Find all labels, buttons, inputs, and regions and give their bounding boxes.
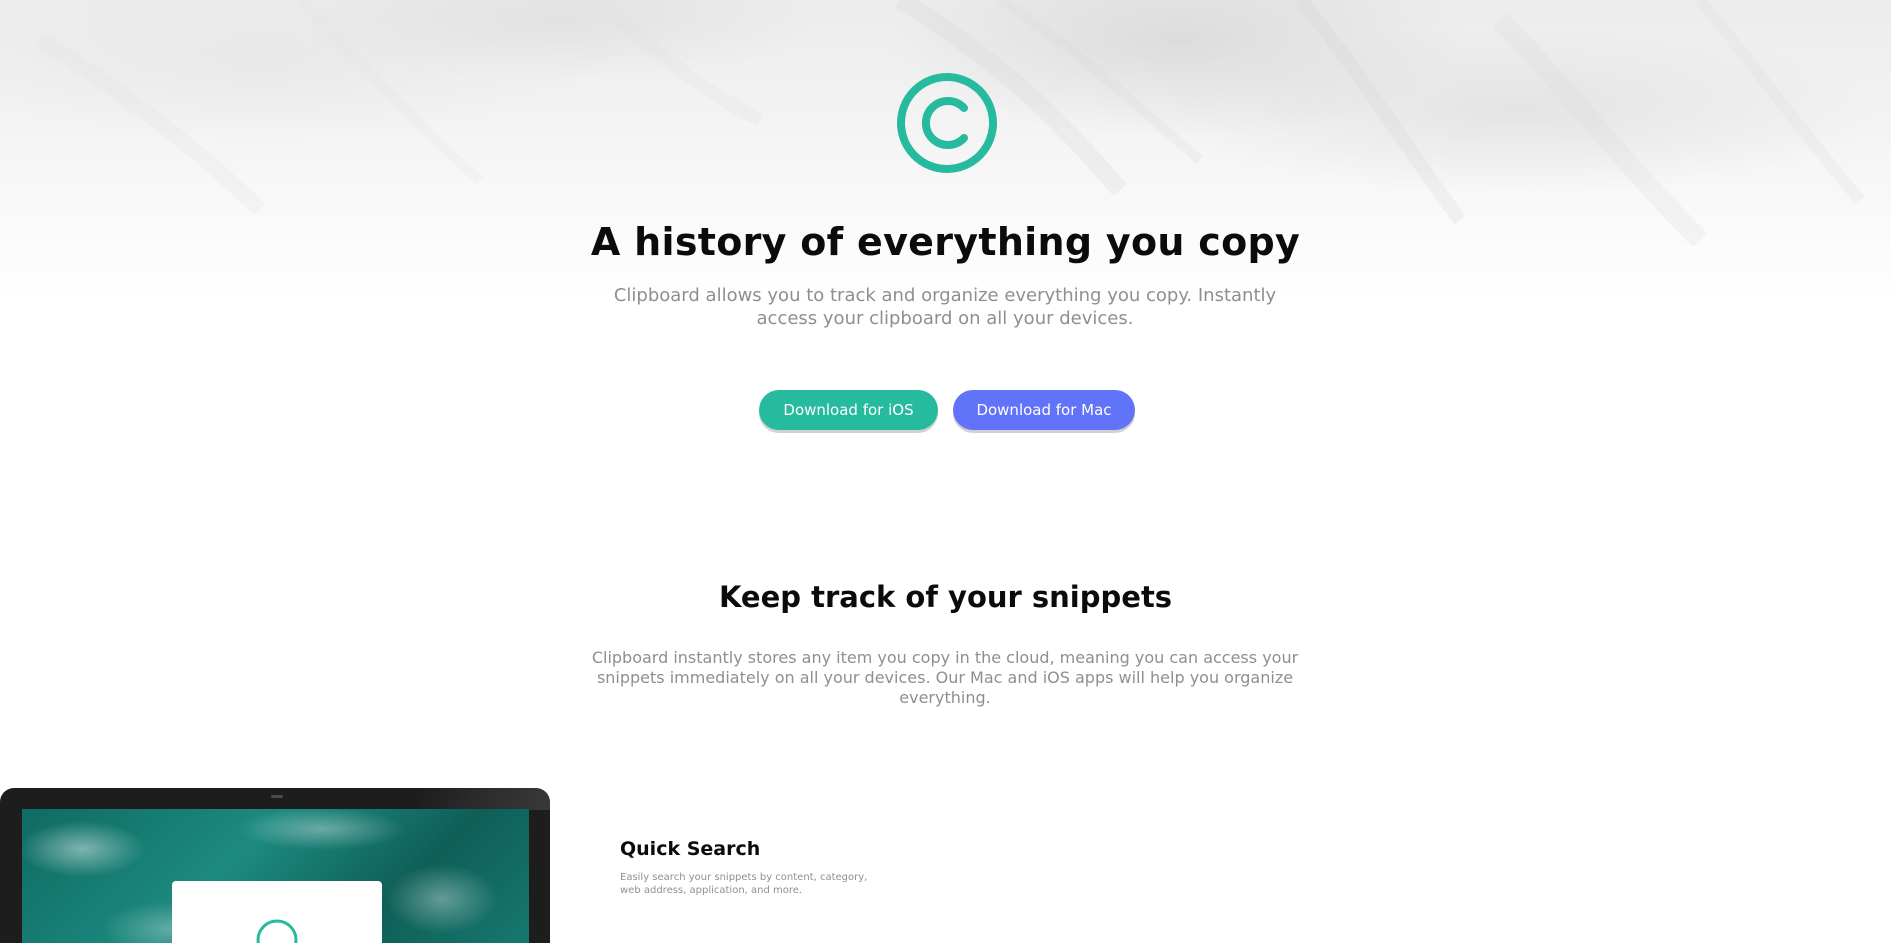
download-ios-button[interactable]: Download for iOS — [759, 390, 938, 430]
hero-title: A history of everything you copy — [590, 220, 1301, 264]
laptop-illustration — [0, 788, 550, 943]
logo — [896, 72, 998, 174]
snippets-title: Keep track of your snippets — [718, 580, 1173, 614]
app-logo-icon — [256, 919, 298, 943]
hero-subtitle: Clipboard allows you to track and organi… — [613, 285, 1277, 329]
laptop-screen — [22, 809, 529, 943]
feature-description-quick-search: Easily search your snippets by content, … — [620, 872, 868, 896]
feature-title-quick-search: Quick Search — [620, 838, 761, 860]
app-window — [172, 881, 382, 943]
download-mac-button[interactable]: Download for Mac — [953, 390, 1135, 430]
laptop-sheen — [420, 788, 550, 810]
laptop-camera — [271, 795, 283, 798]
copyright-icon — [897, 73, 997, 173]
snippets-description: Clipboard instantly stores any item you … — [591, 648, 1299, 707]
